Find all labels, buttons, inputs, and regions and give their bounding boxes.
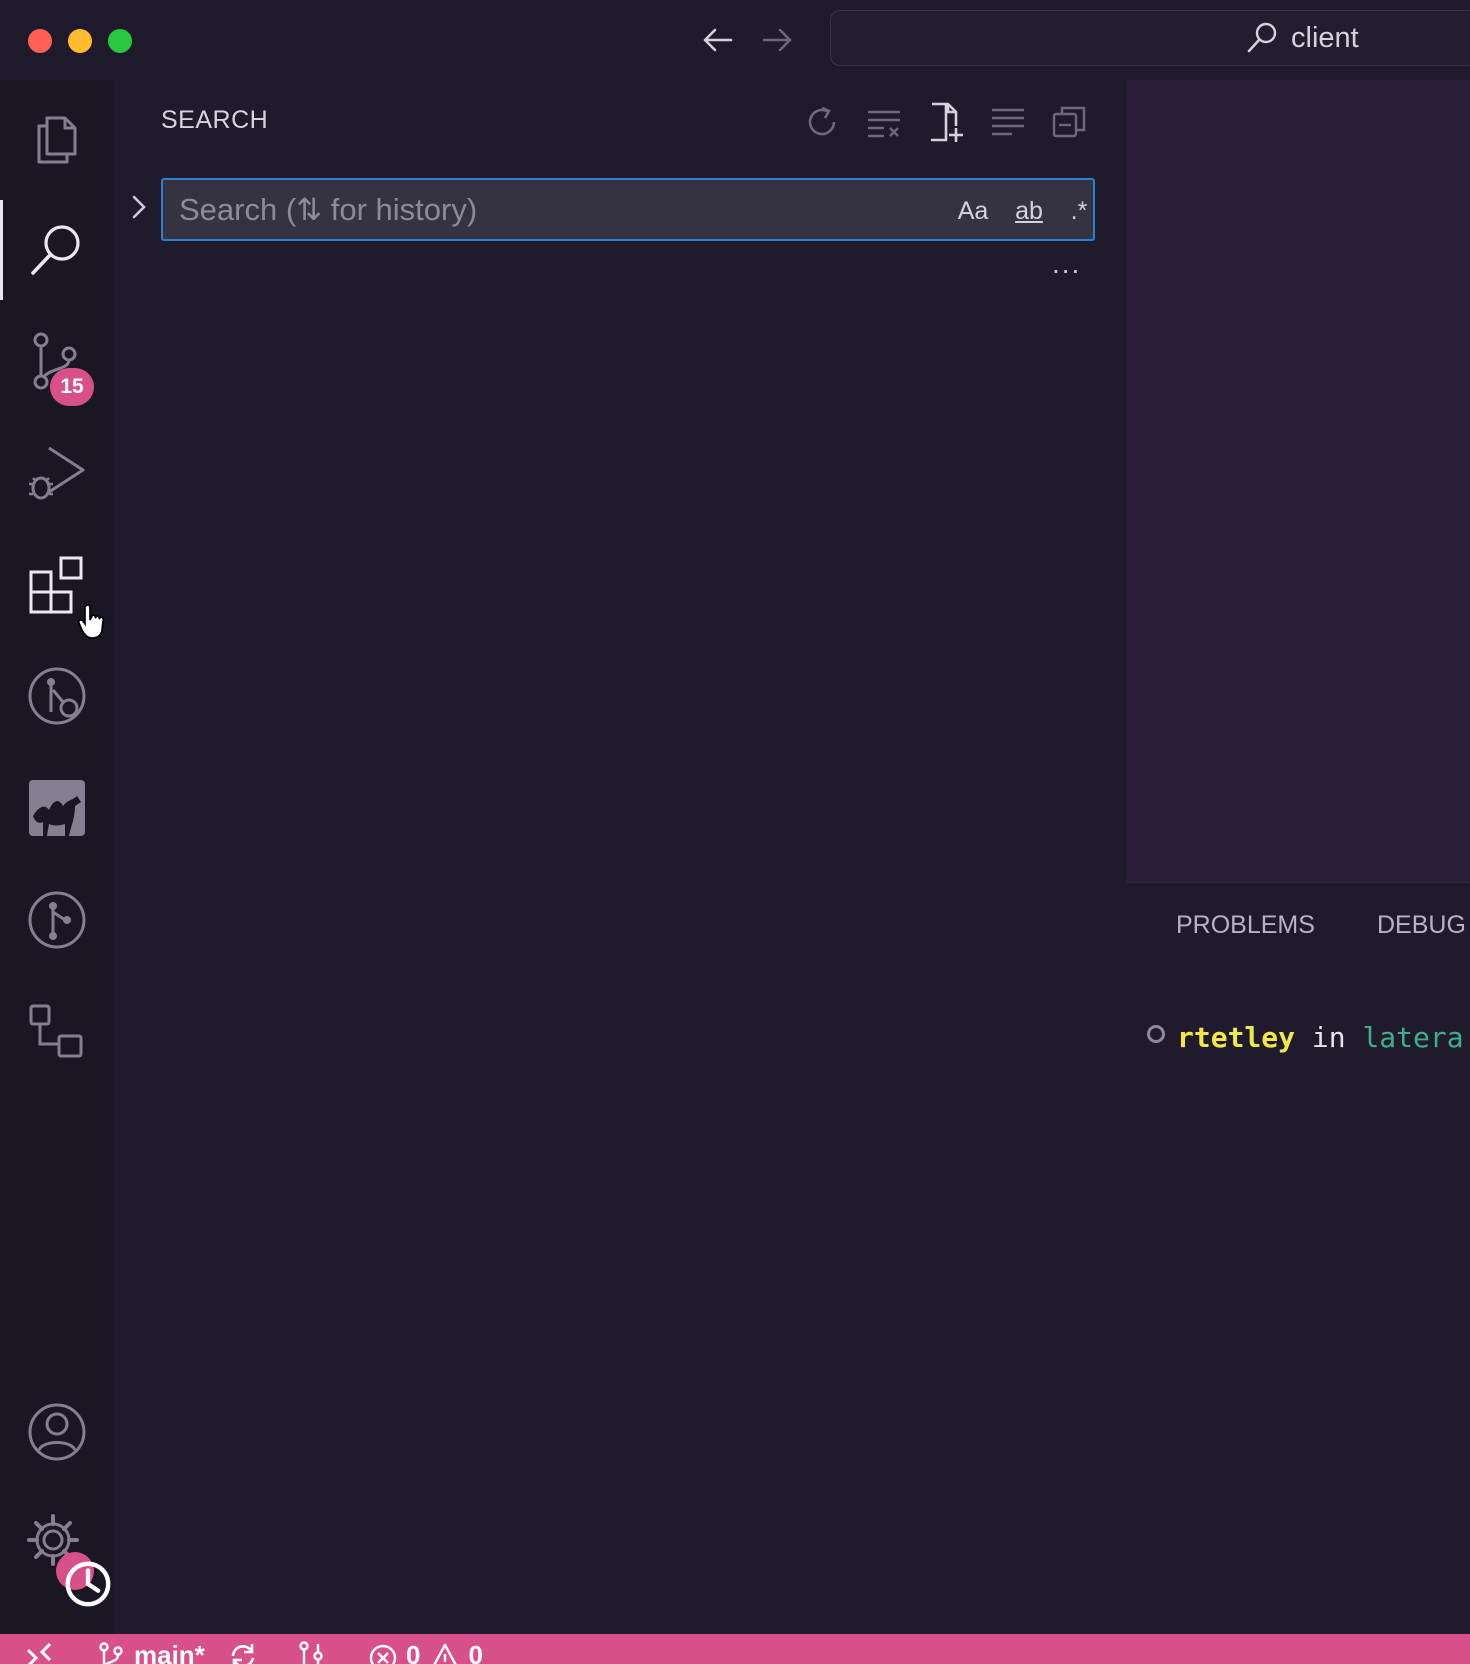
hierarchy-button[interactable]	[0, 976, 114, 1088]
remote-indicator[interactable]	[24, 1640, 54, 1664]
arrow-right-icon[interactable]	[758, 20, 798, 60]
git-graph-icon	[28, 891, 86, 949]
hand-cursor-icon	[78, 604, 105, 639]
tab-problems[interactable]: PROBLEMS	[1176, 911, 1315, 940]
remote-icon	[26, 1642, 52, 1664]
search-view: SEARCH Aa ab .* ...	[114, 80, 1127, 1634]
maximize-window-button[interactable]	[108, 29, 132, 53]
accounts-button[interactable]	[0, 1376, 114, 1488]
ocaml-button[interactable]	[0, 752, 114, 864]
files-icon	[37, 116, 77, 164]
terminal-user: rtetley	[1177, 1021, 1296, 1054]
match-whole-word-toggle[interactable]: ab	[1007, 192, 1051, 230]
search-icon	[1247, 22, 1277, 53]
terminal-dir: latera	[1362, 1021, 1464, 1054]
command-center-text: client	[1291, 22, 1359, 54]
tab-debug[interactable]: DEBUG	[1377, 911, 1466, 940]
terminal-in: in	[1311, 1021, 1346, 1054]
run-debug-icon	[29, 446, 85, 500]
refresh-icon[interactable]	[800, 100, 844, 144]
command-center[interactable]: client	[830, 10, 1470, 66]
camel-icon	[29, 780, 85, 836]
search-view-button[interactable]	[0, 192, 114, 304]
match-case-toggle[interactable]: Aa	[953, 192, 993, 230]
error-icon	[369, 1644, 397, 1664]
problems-indicator[interactable]: 0 0	[368, 1640, 483, 1664]
use-regex-toggle[interactable]: .*	[1061, 192, 1097, 230]
git-compare-icon	[299, 1641, 323, 1664]
collapse-all-icon[interactable]	[1048, 100, 1092, 144]
git-search-icon	[28, 667, 86, 725]
bottom-panel: PROBLEMS DEBUG rtetley in latera	[1127, 882, 1470, 1634]
hierarchy-icon	[29, 1004, 83, 1058]
branch-name: main*	[134, 1640, 205, 1664]
source-control-badge: 15	[50, 368, 94, 406]
view-title: SEARCH	[161, 106, 269, 134]
search-input[interactable]	[179, 188, 909, 232]
editor-area	[1127, 80, 1470, 882]
terminal-prompt[interactable]: rtetley in latera	[1147, 1021, 1464, 1054]
source-control-button[interactable]: 15	[0, 304, 114, 416]
view-as-tree-icon[interactable]	[986, 100, 1030, 144]
close-window-button[interactable]	[28, 29, 52, 53]
search-box: Aa ab .*	[161, 178, 1095, 241]
error-count: 0	[406, 1640, 421, 1664]
run-debug-button[interactable]	[0, 416, 114, 528]
account-icon	[28, 1403, 86, 1461]
arrow-left-icon[interactable]	[697, 20, 737, 60]
branch-icon	[99, 1641, 123, 1664]
toggle-replace-chevron-icon[interactable]	[126, 191, 150, 223]
new-search-editor-icon[interactable]	[924, 100, 968, 144]
activity-bar: 15	[0, 80, 114, 1634]
clock-icon	[56, 1552, 111, 1607]
clear-results-icon[interactable]	[862, 100, 906, 144]
manage-button[interactable]	[0, 1488, 114, 1607]
git-graph-button[interactable]	[0, 864, 114, 976]
warning-icon	[433, 1643, 458, 1664]
git-graph-status[interactable]	[296, 1640, 326, 1664]
branch-indicator[interactable]: main*	[96, 1640, 205, 1664]
search-icon	[31, 225, 80, 275]
prompt-circle-icon	[1147, 1025, 1165, 1043]
warning-count: 0	[468, 1640, 483, 1664]
sync-icon	[231, 1644, 255, 1664]
remote-explorer-button[interactable]	[0, 640, 114, 752]
status-bar: main* 0 0	[0, 1634, 1470, 1664]
title-bar: client	[0, 0, 1470, 80]
explorer-button[interactable]	[0, 80, 114, 192]
minimize-window-button[interactable]	[68, 29, 92, 53]
toggle-search-details-button[interactable]: ...	[1052, 248, 1081, 280]
sync-button[interactable]	[228, 1640, 258, 1664]
